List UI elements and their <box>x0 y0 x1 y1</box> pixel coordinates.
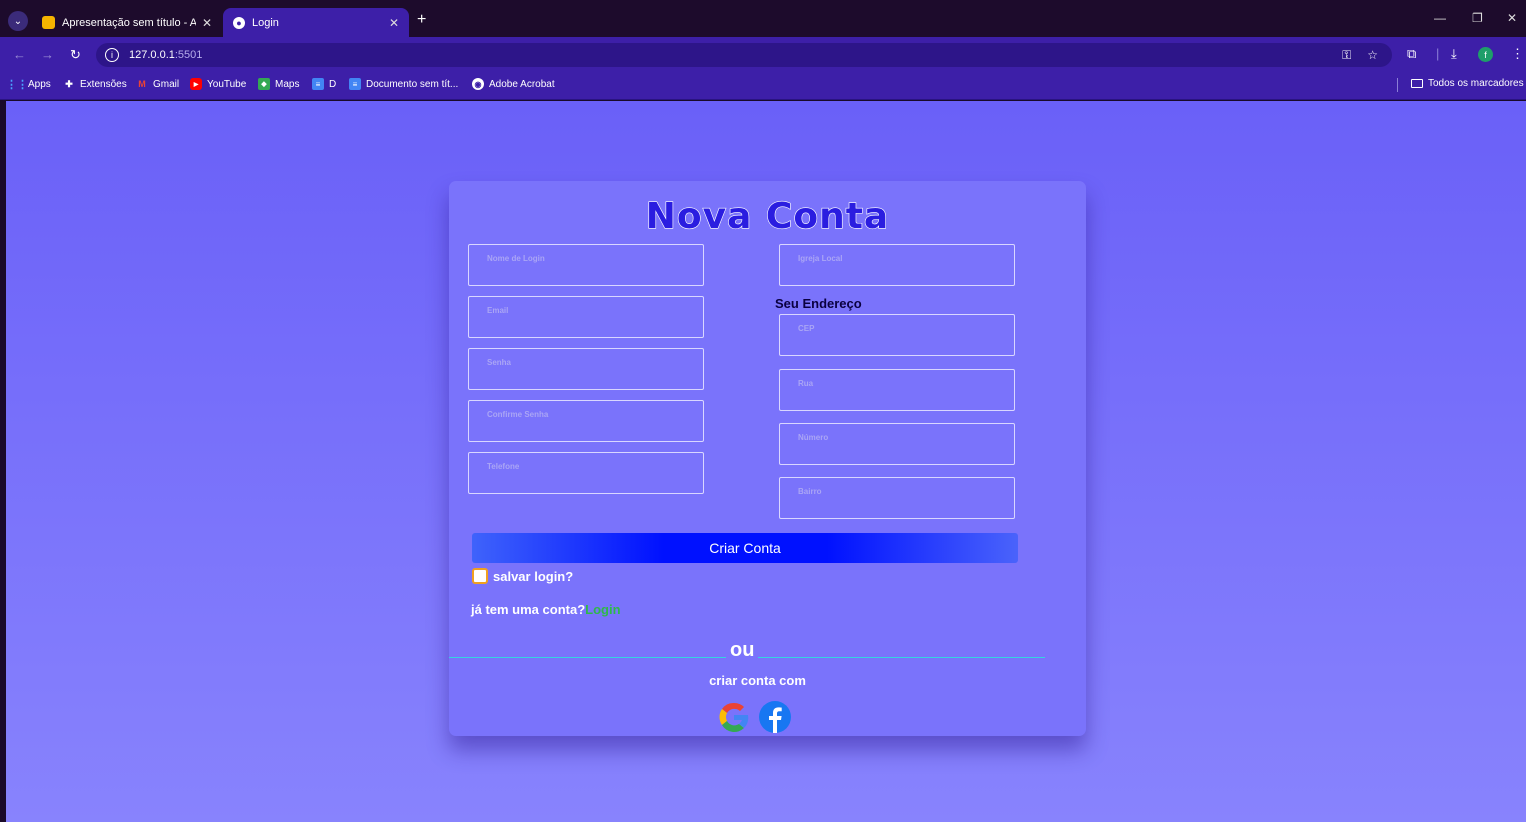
church-field[interactable]: Igreja Local <box>779 244 1015 286</box>
number-field[interactable]: Número <box>779 423 1015 465</box>
tab-presentation[interactable]: Apresentação sem título - Apre ✕ <box>32 8 222 37</box>
bookmark-label: Todos os marcadores <box>1428 78 1524 89</box>
page-background: Nova Conta Nome de Login Email Senha Con… <box>6 101 1526 822</box>
login-link[interactable]: Login <box>585 602 620 617</box>
divider <box>1397 78 1398 92</box>
field-placeholder: Telefone <box>487 462 520 471</box>
slides-icon <box>42 16 55 29</box>
url-text[interactable]: 127.0.0.1:5501 <box>129 49 202 61</box>
tab-login[interactable]: ● Login ✕ <box>223 8 409 37</box>
browser-toolbar: ← → ↻ i 127.0.0.1:5501 ⚿ ☆ ⧉ | ⤓ f ⋮ <box>0 37 1526 71</box>
bookmark-documento[interactable]: ≡ Documento sem tít... <box>349 78 458 90</box>
address-section-title: Seu Endereço <box>775 296 862 311</box>
street-field[interactable]: Rua <box>779 369 1015 411</box>
bookmark-label: D <box>329 78 337 90</box>
docs-icon: ≡ <box>349 78 361 90</box>
minimize-icon[interactable]: — <box>1434 11 1446 25</box>
field-placeholder: Senha <box>487 358 512 367</box>
star-icon[interactable]: ☆ <box>1367 48 1378 63</box>
remember-checkbox[interactable] <box>472 568 488 584</box>
bookmark-label: Maps <box>275 78 300 90</box>
tab-strip: ⌄ Apresentação sem título - Apre ✕ ● Log… <box>0 0 1526 37</box>
login-name-field[interactable]: Nome de Login <box>468 244 704 286</box>
have-account-label: já tem uma conta? <box>471 602 586 617</box>
facebook-icon[interactable] <box>758 700 792 734</box>
user-icon: ● <box>233 16 245 29</box>
bookmark-gmail[interactable]: M Gmail <box>136 78 179 90</box>
remember-label: salvar login? <box>493 568 574 584</box>
gmail-icon: M <box>138 79 146 89</box>
cep-field[interactable]: CEP <box>779 314 1015 356</box>
close-window-icon[interactable]: ✕ <box>1507 11 1517 25</box>
bookmark-label: Documento sem tít... <box>366 78 459 90</box>
field-placeholder: Nome de Login <box>487 254 545 263</box>
youtube-icon: ▶ <box>190 78 202 90</box>
bookmark-label: Gmail <box>153 78 180 90</box>
docs-icon: ≡ <box>312 78 324 90</box>
forward-icon[interactable]: → <box>41 47 54 62</box>
bookmark-label: Extensões <box>80 78 127 90</box>
google-icon[interactable] <box>717 700 751 734</box>
field-placeholder: Igreja Local <box>798 254 843 263</box>
puzzle-icon: ✚ <box>65 78 73 89</box>
field-placeholder: Rua <box>798 379 814 388</box>
back-icon[interactable]: ← <box>13 47 26 62</box>
url-port: :5501 <box>174 49 203 61</box>
email-field[interactable]: Email <box>468 296 704 338</box>
create-account-button[interactable]: Criar Conta <box>472 533 1018 563</box>
url-host: 127.0.0.1 <box>129 49 175 61</box>
bookmarks-bar: ⋮⋮ Apps ✚ Extensões M Gmail ▶ YouTube ◆ Maps … <box>0 71 1526 100</box>
apps-grid-icon: ⋮⋮ <box>6 78 28 91</box>
remember-login: salvar login? <box>472 568 573 584</box>
bookmark-label: Adobe Acrobat <box>489 78 555 90</box>
site-info-icon[interactable]: i <box>105 48 119 62</box>
all-bookmarks-folder[interactable]: Todos os marcadores <box>1411 78 1524 89</box>
key-icon[interactable]: ⚿ <box>1342 48 1351 63</box>
new-tab-button[interactable]: + <box>417 11 426 29</box>
page-title: Nova Conta <box>645 195 890 237</box>
bookmark-apps[interactable]: ⋮⋮ Apps <box>6 78 51 91</box>
tab-title: Login <box>252 16 279 29</box>
or-separator: ou <box>726 639 759 662</box>
bookmark-maps[interactable]: ◆ Maps <box>258 78 299 90</box>
divider: | <box>1436 46 1440 61</box>
download-icon[interactable]: ⤓ <box>1451 46 1457 62</box>
field-placeholder: Bairro <box>798 487 822 496</box>
have-account-text: já tem uma conta?Login <box>471 602 621 617</box>
create-with-label: criar conta com <box>709 673 806 688</box>
bookmark-extensions[interactable]: ✚ Extensões <box>63 78 127 90</box>
confirm-password-field[interactable]: Confirme Senha <box>468 400 704 442</box>
bookmark-label: YouTube <box>207 78 247 90</box>
reload-icon[interactable]: ↻ <box>70 47 81 63</box>
field-placeholder: Email <box>487 306 509 315</box>
maps-icon: ◆ <box>258 78 270 90</box>
bookmark-d[interactable]: ≡ D <box>312 78 336 90</box>
extensions-icon[interactable]: ⧉ <box>1407 46 1416 62</box>
close-icon[interactable]: ✕ <box>202 16 212 30</box>
close-icon[interactable]: ✕ <box>389 16 399 30</box>
address-bar[interactable]: i 127.0.0.1:5501 ⚿ ☆ <box>96 43 1392 67</box>
tab-search-icon[interactable]: ⌄ <box>8 11 28 31</box>
menu-icon[interactable]: ⋮ <box>1511 46 1524 62</box>
bookmark-label: Apps <box>28 78 51 90</box>
signup-card: Nova Conta Nome de Login Email Senha Con… <box>449 181 1086 736</box>
tab-title: Apresentação sem título - Apre <box>62 16 196 29</box>
neighborhood-field[interactable]: Bairro <box>779 477 1015 519</box>
acrobat-icon: ◉ <box>472 78 484 90</box>
avatar[interactable]: f <box>1478 47 1493 62</box>
bookmark-youtube[interactable]: ▶ YouTube <box>190 78 246 90</box>
field-placeholder: CEP <box>798 324 815 333</box>
field-placeholder: Confirme Senha <box>487 410 549 419</box>
phone-field[interactable]: Telefone <box>468 452 704 494</box>
bookmark-acrobat[interactable]: ◉ Adobe Acrobat <box>472 78 555 90</box>
restore-icon[interactable]: ❐ <box>1472 11 1483 25</box>
folder-icon <box>1411 79 1423 88</box>
password-field[interactable]: Senha <box>468 348 704 390</box>
field-placeholder: Número <box>798 433 829 442</box>
